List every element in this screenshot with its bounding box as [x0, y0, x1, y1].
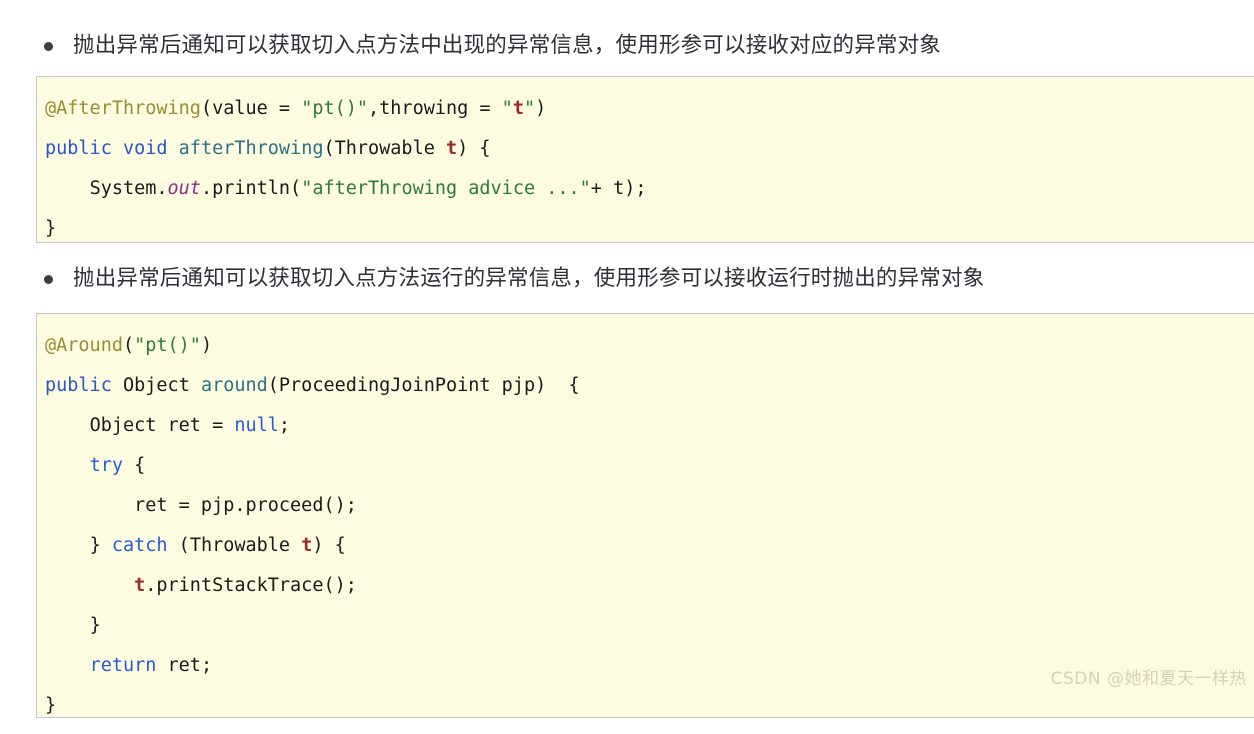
keyword-token: return — [89, 655, 157, 676]
code-line: } — [45, 209, 1254, 242]
code-line: } — [45, 606, 1254, 646]
keyword-token: public — [45, 375, 112, 396]
variable-token: t — [446, 138, 458, 159]
code-line: @AfterThrowing(value = "pt()",throwing =… — [45, 89, 1254, 129]
annotation-token: @Around — [45, 335, 123, 356]
annotation-token: @AfterThrowing — [45, 98, 201, 119]
code-token: } — [89, 615, 101, 636]
code-token: .println( — [200, 178, 302, 199]
type-token: Object — [122, 375, 190, 396]
code-token: (Throwable — [167, 535, 302, 556]
code-line: t.printStackTrace(); — [45, 566, 1254, 606]
code-token: ) — [535, 98, 547, 119]
code-token: Object ret = — [89, 415, 235, 436]
csdn-watermark: CSDN @她和夏天一样热 — [1050, 669, 1247, 689]
code-block-after-throwing: @AfterThrowing(value = "pt()",throwing =… — [36, 76, 1254, 243]
code-line: public void afterThrowing(Throwable t) { — [45, 129, 1254, 169]
code-token: ; — [278, 415, 291, 436]
bullet-marker-icon — [44, 275, 53, 284]
code-line: Object ret = null; — [45, 406, 1254, 446]
code-token: ) { — [312, 535, 346, 556]
keyword-token: try — [89, 455, 123, 476]
method-name-token: around — [200, 375, 268, 396]
variable-token: t — [134, 575, 146, 596]
method-name-token: afterThrowing — [178, 138, 324, 159]
keyword-token: null — [234, 415, 279, 436]
string-token: "pt()" — [134, 335, 201, 356]
code-token: } — [45, 218, 57, 239]
bullet-item-2: 抛出异常后通知可以获取切入点方法运行的异常信息，使用形参可以接收运行时抛出的异常… — [0, 262, 984, 296]
code-token: ret = pjp.proceed(); — [134, 495, 357, 516]
code-token: (ProceedingJoinPoint pjp) { — [267, 375, 580, 396]
bullet-item-1: 抛出异常后通知可以获取切入点方法中出现的异常信息，使用形参可以接收对应的异常对象 — [0, 29, 941, 63]
bullet-item-2-label: 抛出异常后通知可以获取切入点方法运行的异常信息，使用形参可以接收运行时抛出的异常… — [73, 266, 985, 291]
code-token: ( — [122, 335, 135, 356]
code-token: ,throwing = — [368, 98, 502, 119]
code-token: { — [122, 455, 146, 476]
keyword-token: public — [45, 138, 112, 159]
string-token: "pt()" — [301, 98, 369, 119]
quote-token: " — [501, 98, 513, 119]
code-token: ret; — [156, 655, 213, 676]
code-token: (value = — [200, 98, 302, 119]
code-line: public Object around(ProceedingJoinPoint… — [45, 366, 1254, 406]
code-block-around: @Around("pt()") public Object around(Pro… — [36, 313, 1254, 718]
keyword-token: catch — [111, 535, 168, 556]
code-line: } catch (Throwable t) { — [45, 526, 1254, 566]
static-field-token: out — [167, 178, 201, 199]
code-line: try { — [45, 446, 1254, 486]
code-token: ) — [200, 335, 213, 356]
code-block-after-throwing-content: @AfterThrowing(value = "pt()",throwing =… — [37, 77, 1254, 242]
code-token: (Throwable — [323, 138, 446, 159]
code-line: @Around("pt()") — [45, 326, 1254, 366]
code-block-around-content: @Around("pt()") public Object around(Pro… — [37, 314, 1254, 717]
code-token: + t); — [590, 178, 647, 199]
code-token: } — [89, 535, 112, 556]
code-token: } — [45, 695, 57, 716]
bullet-marker-icon — [44, 42, 53, 51]
code-token: .printStackTrace(); — [145, 575, 357, 596]
code-line: System.out.println("afterThrowing advice… — [45, 169, 1254, 209]
variable-token: t — [301, 535, 313, 556]
bullet-item-1-label: 抛出异常后通知可以获取切入点方法中出现的异常信息，使用形参可以接收对应的异常对象 — [73, 33, 942, 58]
code-token: ) { — [457, 138, 491, 159]
string-token: "afterThrowing advice ..." — [301, 178, 591, 199]
keyword-token: void — [122, 138, 168, 159]
code-token: System. — [89, 178, 168, 199]
quote-token: " — [523, 98, 536, 119]
code-line: ret = pjp.proceed(); — [45, 486, 1254, 526]
variable-token: t — [512, 98, 524, 119]
